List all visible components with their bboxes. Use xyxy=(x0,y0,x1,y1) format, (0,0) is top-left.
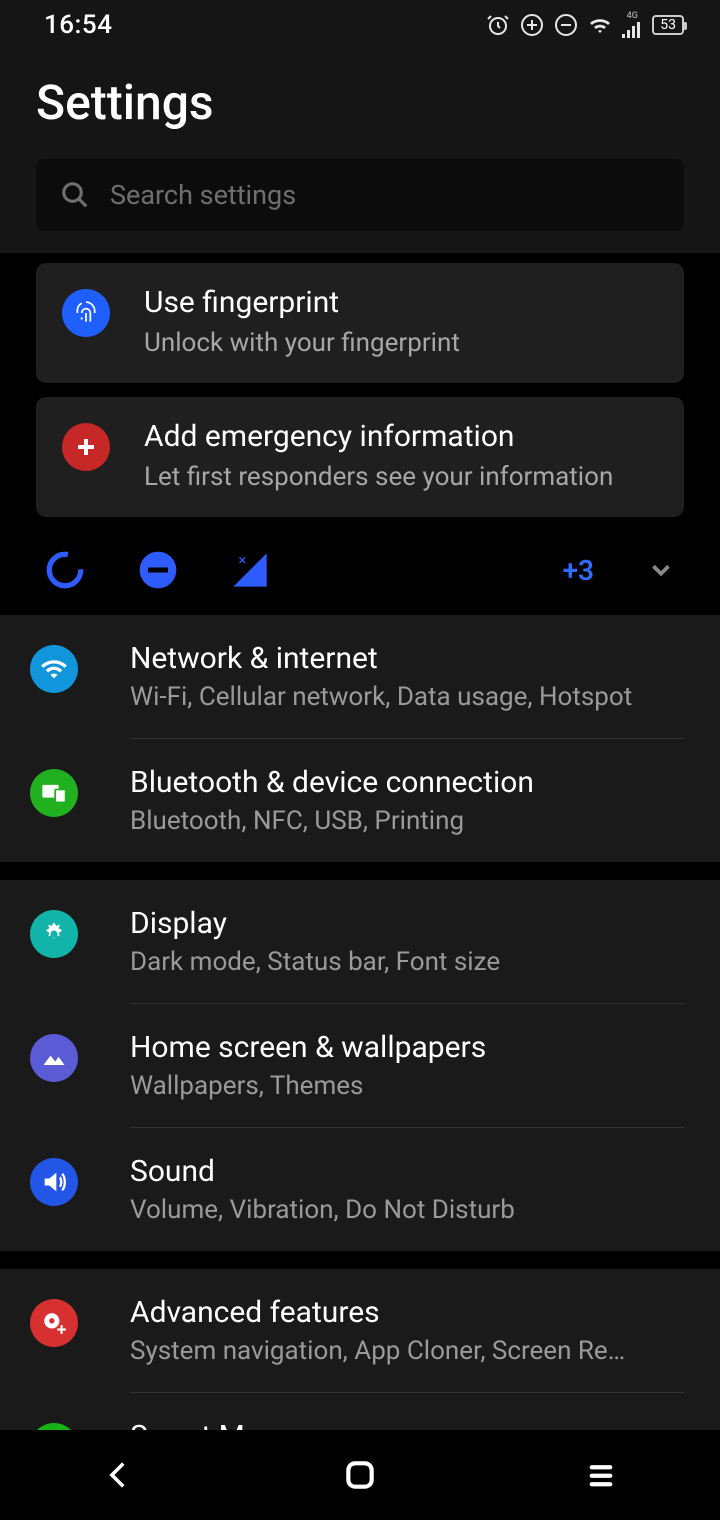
fingerprint-icon xyxy=(62,289,110,337)
medical-icon xyxy=(62,423,110,471)
row-subtitle: System navigation, App Cloner, Screen Re… xyxy=(130,1336,670,1366)
battery-indicator: 53 xyxy=(652,15,684,35)
status-bar: 16:54 4G 53 xyxy=(0,0,720,50)
row-title: Display xyxy=(130,906,684,941)
suggestion-title: Use fingerprint xyxy=(144,285,460,320)
dnd-icon[interactable] xyxy=(138,550,178,590)
data-ring-icon[interactable] xyxy=(44,549,86,591)
search-placeholder: Search settings xyxy=(110,179,296,211)
row-subtitle: Volume, Vibration, Do Not Disturb xyxy=(130,1195,670,1225)
row-title: Advanced features xyxy=(130,1295,684,1330)
alarm-icon xyxy=(486,13,510,37)
suggestion-title: Add emergency information xyxy=(144,419,613,454)
more-suggestions-count[interactable]: +3 xyxy=(563,554,594,587)
status-time: 16:54 xyxy=(44,10,112,40)
row-subtitle: Bluetooth, NFC, USB, Printing xyxy=(130,806,670,836)
row-subtitle: Wi-Fi, Cellular network, Data usage, Hot… xyxy=(130,682,670,712)
wallpaper-icon xyxy=(30,1034,78,1082)
row-advanced-features[interactable]: Advanced features System navigation, App… xyxy=(0,1269,720,1392)
suggestion-subtitle: Unlock with your fingerprint xyxy=(144,326,460,361)
row-sound[interactable]: Sound Volume, Vibration, Do Not Disturb xyxy=(0,1128,720,1251)
row-title: Network & internet xyxy=(130,641,684,676)
wifi-icon xyxy=(30,645,78,693)
quick-row: × +3 xyxy=(0,531,720,615)
page-title: Settings xyxy=(36,74,684,131)
devices-icon xyxy=(30,769,78,817)
chevron-down-icon[interactable] xyxy=(646,555,676,585)
signal-icon: 4G xyxy=(622,12,642,38)
suggestion-subtitle: Let first responders see your informatio… xyxy=(144,460,613,495)
back-button[interactable] xyxy=(102,1458,136,1492)
row-bluetooth-devices[interactable]: Bluetooth & device connection Bluetooth,… xyxy=(0,739,720,862)
row-subtitle: Wallpapers, Themes xyxy=(130,1071,670,1101)
row-title: Home screen & wallpapers xyxy=(130,1030,684,1065)
nav-bar xyxy=(0,1430,720,1520)
plus-circle-icon xyxy=(520,13,544,37)
minus-circle-icon xyxy=(554,13,578,37)
svg-text:×: × xyxy=(238,551,246,569)
no-signal-icon[interactable]: × xyxy=(230,550,270,590)
gear-plus-icon xyxy=(30,1299,78,1347)
row-title: Sound xyxy=(130,1154,684,1189)
brightness-icon xyxy=(30,910,78,958)
row-home-wallpaper[interactable]: Home screen & wallpapers Wallpapers, The… xyxy=(0,1004,720,1127)
status-icons: 4G 53 xyxy=(486,12,684,38)
row-display[interactable]: Display Dark mode, Status bar, Font size xyxy=(0,880,720,1003)
page-header: Settings xyxy=(0,50,720,159)
recents-button[interactable] xyxy=(584,1458,618,1492)
suggestion-fingerprint[interactable]: Use fingerprint Unlock with your fingerp… xyxy=(36,263,684,383)
row-title: Bluetooth & device connection xyxy=(130,765,684,800)
row-subtitle: Dark mode, Status bar, Font size xyxy=(130,947,670,977)
search-input[interactable]: Search settings xyxy=(36,159,684,231)
sound-icon xyxy=(30,1158,78,1206)
home-button[interactable] xyxy=(340,1455,380,1495)
row-network-internet[interactable]: Network & internet Wi-Fi, Cellular netwo… xyxy=(0,615,720,738)
suggestion-emergency[interactable]: Add emergency information Let first resp… xyxy=(36,397,684,517)
wifi-icon xyxy=(588,13,612,37)
search-icon xyxy=(60,180,90,210)
